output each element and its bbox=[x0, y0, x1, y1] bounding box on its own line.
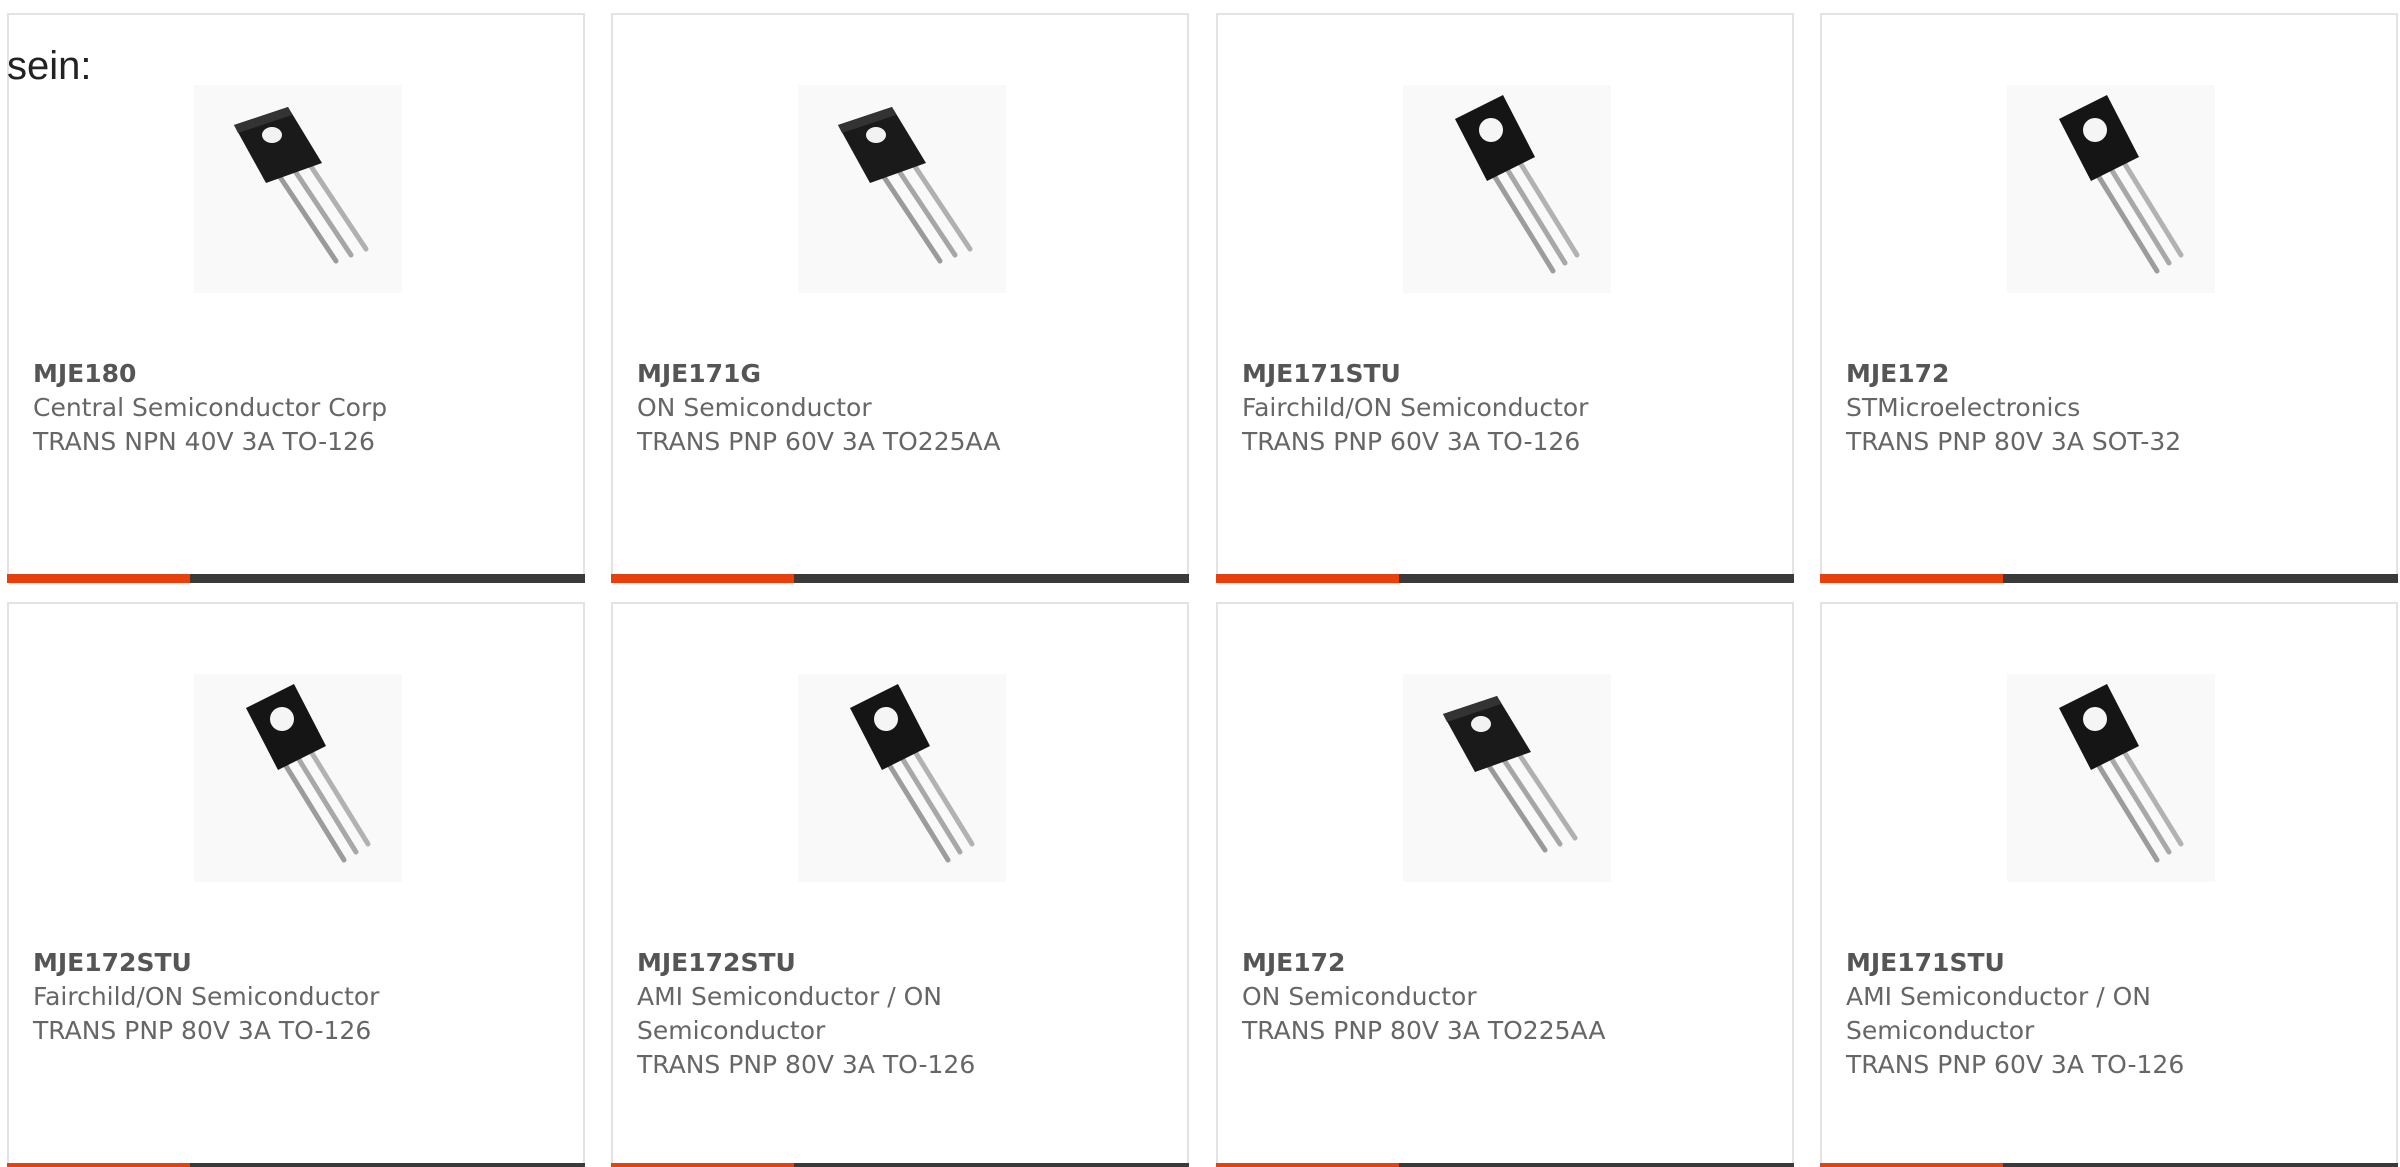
product-info: MJE171STU AMI Semiconductor / ON Semicon… bbox=[1846, 946, 2346, 1082]
manufacturer: Fairchild/ON Semiconductor bbox=[33, 982, 380, 1011]
card-bar-accent bbox=[611, 574, 794, 583]
product-info: MJE180 Central Semiconductor Corp TRANS … bbox=[33, 357, 533, 459]
description: TRANS PNP 80V 3A TO-126 bbox=[33, 1016, 372, 1045]
product-card-mje172-on[interactable]: MJE172 ON Semiconductor TRANS PNP 80V 3A… bbox=[1216, 602, 1794, 1167]
product-info: MJE171STU Fairchild/ON Semiconductor TRA… bbox=[1242, 357, 1742, 459]
manufacturer: Fairchild/ON Semiconductor bbox=[1242, 393, 1589, 422]
card-bar-accent bbox=[7, 574, 190, 583]
part-number[interactable]: MJE172STU bbox=[637, 946, 1137, 980]
card-bottom-bar bbox=[611, 1163, 1189, 1167]
transistor-image[interactable] bbox=[1403, 674, 1611, 882]
part-number[interactable]: MJE180 bbox=[33, 357, 533, 391]
product-info: MJE172 ON Semiconductor TRANS PNP 80V 3A… bbox=[1242, 946, 1742, 1048]
description: TRANS PNP 60V 3A TO-126 bbox=[1242, 427, 1581, 456]
card-bar-accent bbox=[1216, 1163, 1399, 1167]
product-info: MJE172 STMicroelectronics TRANS PNP 80V … bbox=[1846, 357, 2346, 459]
card-bar-accent bbox=[611, 1163, 794, 1167]
product-card-mje171stu-ami[interactable]: MJE171STU AMI Semiconductor / ON Semicon… bbox=[1820, 602, 2398, 1167]
card-bottom-bar bbox=[611, 574, 1189, 583]
description: TRANS PNP 80V 3A TO225AA bbox=[1242, 1016, 1606, 1045]
description: TRANS PNP 60V 3A TO-126 bbox=[1846, 1050, 2185, 1079]
description: TRANS PNP 60V 3A TO225AA bbox=[637, 427, 1001, 456]
part-number[interactable]: MJE172STU bbox=[33, 946, 533, 980]
manufacturer: AMI Semiconductor / ON Semiconductor bbox=[1846, 982, 2151, 1045]
transistor-image[interactable] bbox=[798, 674, 1006, 882]
manufacturer: STMicroelectronics bbox=[1846, 393, 2081, 422]
description: TRANS PNP 80V 3A SOT-32 bbox=[1846, 427, 2182, 456]
product-info: MJE172STU Fairchild/ON Semiconductor TRA… bbox=[33, 946, 533, 1048]
card-bottom-bar bbox=[7, 574, 585, 583]
product-card-mje172stu[interactable]: MJE172STU Fairchild/ON Semiconductor TRA… bbox=[7, 602, 585, 1167]
card-bar-accent bbox=[1216, 574, 1399, 583]
part-number[interactable]: MJE171STU bbox=[1242, 357, 1742, 391]
product-card-mje172stu-ami[interactable]: MJE172STU AMI Semiconductor / ON Semicon… bbox=[611, 602, 1189, 1167]
card-bottom-bar bbox=[7, 1163, 585, 1167]
product-card-mje171g[interactable]: MJE171G ON Semiconductor TRANS PNP 60V 3… bbox=[611, 13, 1189, 583]
transistor-image[interactable] bbox=[2007, 85, 2215, 293]
card-bottom-bar bbox=[1820, 1163, 2398, 1167]
product-info: MJE172STU AMI Semiconductor / ON Semicon… bbox=[637, 946, 1137, 1082]
manufacturer: Central Semiconductor Corp bbox=[33, 393, 388, 422]
transistor-image[interactable] bbox=[194, 85, 402, 293]
transistor-image[interactable] bbox=[798, 85, 1006, 293]
transistor-image[interactable] bbox=[1403, 85, 1611, 293]
card-bar-accent bbox=[1820, 1163, 2003, 1167]
transistor-image[interactable] bbox=[194, 674, 402, 882]
manufacturer: AMI Semiconductor / ON Semiconductor bbox=[637, 982, 942, 1045]
product-card-mje180[interactable]: MJE180 Central Semiconductor Corp TRANS … bbox=[7, 13, 585, 583]
description: TRANS PNP 80V 3A TO-126 bbox=[637, 1050, 976, 1079]
part-number[interactable]: MJE171G bbox=[637, 357, 1137, 391]
card-bar-accent bbox=[1820, 574, 2003, 583]
page: sein: MJE180 Central Semiconductor Corp … bbox=[0, 0, 2400, 1167]
card-bottom-bar bbox=[1820, 574, 2398, 583]
description: TRANS NPN 40V 3A TO-126 bbox=[33, 427, 375, 456]
manufacturer: ON Semiconductor bbox=[637, 393, 872, 422]
card-bar-accent bbox=[7, 1163, 190, 1167]
product-info: MJE171G ON Semiconductor TRANS PNP 60V 3… bbox=[637, 357, 1137, 459]
product-card-mje171stu[interactable]: MJE171STU Fairchild/ON Semiconductor TRA… bbox=[1216, 13, 1794, 583]
transistor-image[interactable] bbox=[2007, 674, 2215, 882]
part-number[interactable]: MJE172 bbox=[1846, 357, 2346, 391]
card-bottom-bar bbox=[1216, 1163, 1794, 1167]
part-number[interactable]: MJE172 bbox=[1242, 946, 1742, 980]
card-bottom-bar bbox=[1216, 574, 1794, 583]
product-card-mje172[interactable]: MJE172 STMicroelectronics TRANS PNP 80V … bbox=[1820, 13, 2398, 583]
manufacturer: ON Semiconductor bbox=[1242, 982, 1477, 1011]
intro-text: sein: bbox=[7, 44, 92, 88]
part-number[interactable]: MJE171STU bbox=[1846, 946, 2346, 980]
